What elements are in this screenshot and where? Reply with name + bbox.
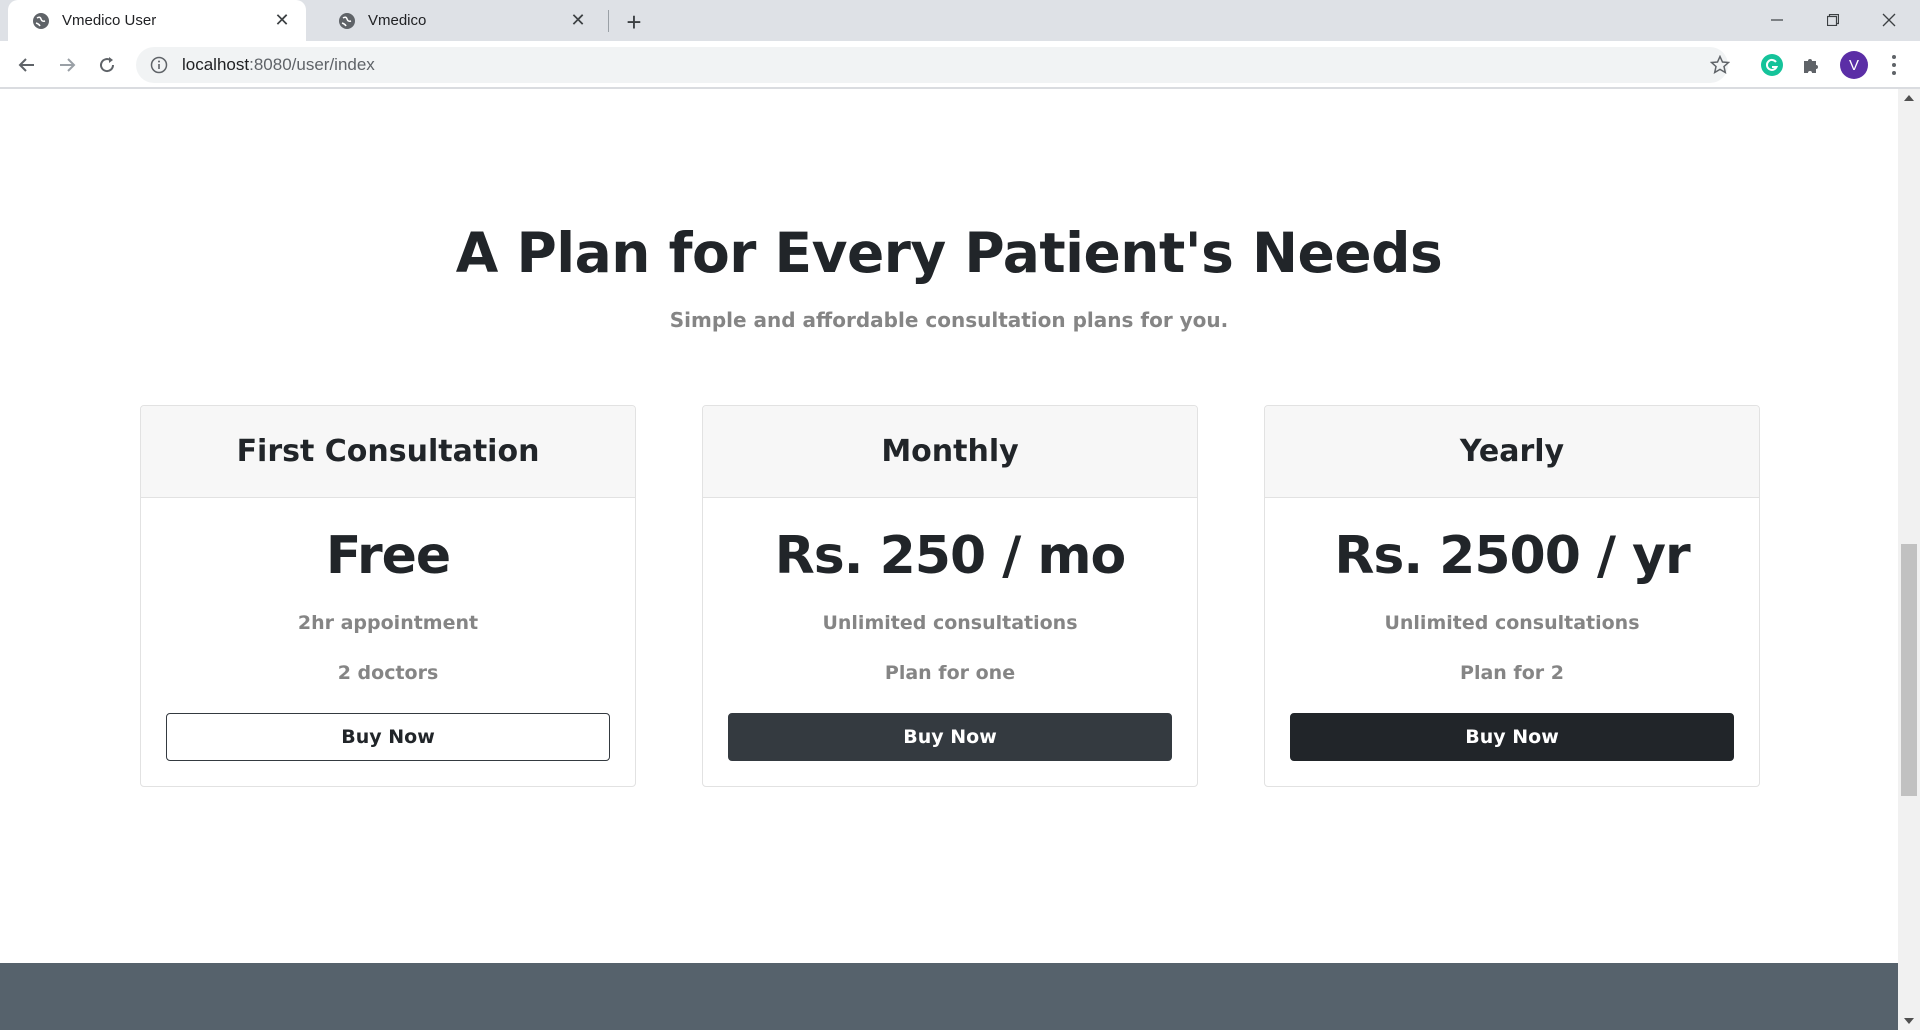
minimize-icon[interactable] <box>1754 4 1800 36</box>
tab-vmedico-user[interactable]: Vmedico User ✕ <box>8 0 306 41</box>
plan-name: Yearly <box>1265 406 1759 498</box>
window-close-icon[interactable] <box>1866 4 1912 36</box>
page-subtitle: Simple and affordable consultation plans… <box>669 308 1229 332</box>
reload-icon[interactable] <box>92 50 122 80</box>
buy-now-button[interactable]: Buy Now <box>728 713 1172 761</box>
profile-avatar[interactable]: V <box>1840 51 1868 79</box>
tab-strip: Vmedico User ✕ Vmedico ✕ + <box>0 0 1920 41</box>
url-text: localhost:8080/user/index <box>182 55 375 75</box>
plan-card-first-consultation: First Consultation Free 2hr appointment … <box>140 405 636 787</box>
tab-separator <box>608 10 609 32</box>
footer <box>0 963 1898 1030</box>
plan-feature: Unlimited consultations <box>822 612 1078 634</box>
new-tab-plus-icon[interactable]: + <box>620 7 648 37</box>
plan-name: First Consultation <box>141 406 635 498</box>
plan-name: Monthly <box>703 406 1197 498</box>
vertical-scrollbar[interactable] <box>1898 89 1920 1030</box>
page-viewport: A Plan for Every Patient's Needs Simple … <box>0 89 1898 1030</box>
plan-feature: Plan for 2 <box>1460 662 1564 684</box>
plan-card-monthly: Monthly Rs. 250 / mo Unlimited consultat… <box>702 405 1198 787</box>
plan-feature: Unlimited consultations <box>1384 612 1640 634</box>
buy-now-button[interactable]: Buy Now <box>166 713 610 761</box>
close-icon[interactable]: ✕ <box>272 10 292 31</box>
scroll-down-arrow-icon[interactable] <box>1904 1018 1914 1024</box>
plan-price: Rs. 250 / mo <box>774 526 1127 586</box>
back-arrow-icon[interactable] <box>12 50 42 80</box>
bookmark-star-icon[interactable] <box>1710 55 1730 75</box>
plan-price: Free <box>325 526 451 586</box>
close-icon[interactable]: ✕ <box>568 10 588 31</box>
globe-icon <box>339 12 355 29</box>
plan-feature: Plan for one <box>884 662 1016 684</box>
info-icon[interactable] <box>150 56 168 74</box>
more-menu-icon[interactable] <box>1886 53 1902 77</box>
plan-price: Rs. 2500 / yr <box>1334 526 1690 586</box>
page-title: A Plan for Every Patient's Needs <box>455 221 1443 285</box>
tab-title: Vmedico User <box>62 12 157 29</box>
browser-toolbar: localhost:8080/user/index V <box>0 41 1920 89</box>
plan-feature: 2 doctors <box>337 662 439 684</box>
buy-now-button[interactable]: Buy Now <box>1290 713 1734 761</box>
plan-card-yearly: Yearly Rs. 2500 / yr Unlimited consultat… <box>1264 405 1760 787</box>
extensions-puzzle-icon[interactable] <box>1800 54 1822 76</box>
plan-feature: 2hr appointment <box>297 612 479 634</box>
url-path: :8080/user/index <box>249 55 375 74</box>
restore-icon[interactable] <box>1810 4 1856 36</box>
scrollbar-thumb[interactable] <box>1901 544 1917 796</box>
grammarly-extension-icon[interactable] <box>1761 54 1783 76</box>
tab-vmedico[interactable]: Vmedico ✕ <box>314 0 602 41</box>
scroll-up-arrow-icon[interactable] <box>1904 95 1914 101</box>
forward-arrow-icon[interactable] <box>52 50 82 80</box>
tab-title: Vmedico <box>368 12 427 29</box>
url-host: localhost <box>182 55 250 74</box>
globe-icon <box>33 12 49 29</box>
address-bar[interactable]: localhost:8080/user/index <box>136 47 1728 83</box>
